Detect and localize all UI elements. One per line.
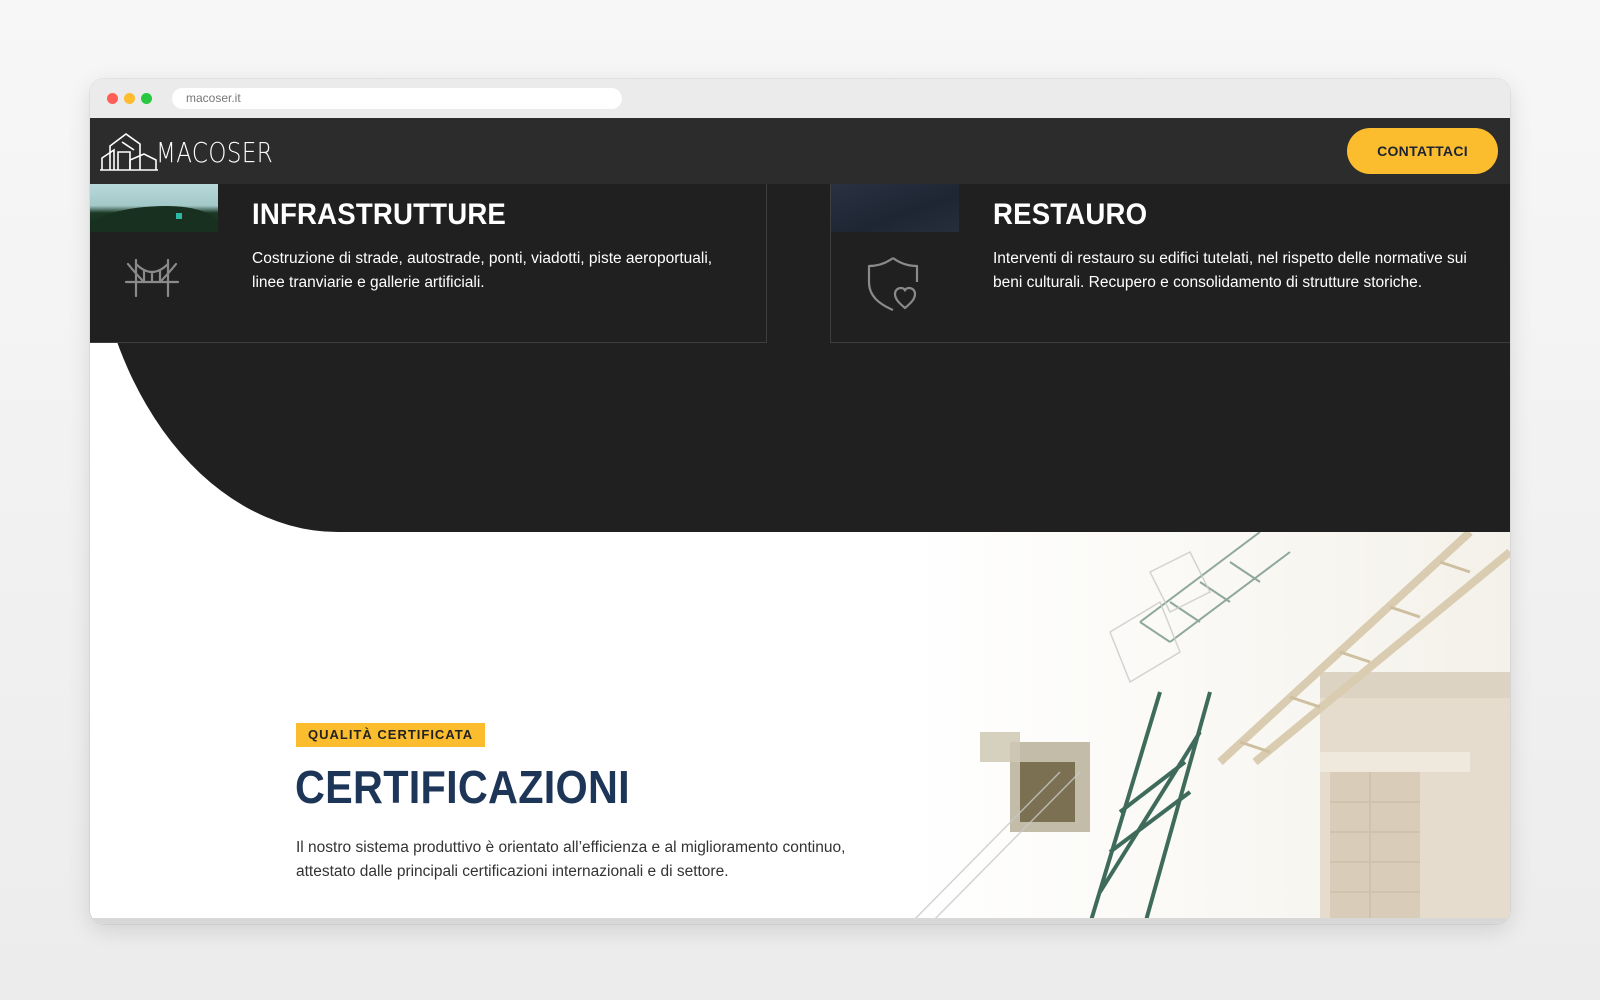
services-section: INFRASTRUTTURE Costruzione di strade, au… [90,184,1510,532]
service-card-restauro[interactable]: RESTAURO Interventi di restauro su edifi… [830,184,1510,343]
service-title: INFRASTRUTTURE [252,198,507,231]
address-bar[interactable]: macoser.it [172,88,622,109]
shield-heart-icon [867,257,919,312]
restauro-thumbnail [831,184,959,232]
service-card-infrastrutture[interactable]: INFRASTRUTTURE Costruzione di strade, au… [90,184,767,343]
page-bottom-edge [90,918,1510,924]
close-window-button[interactable] [107,93,118,104]
service-description: Costruzione di strade, autostrade, ponti… [252,250,713,291]
bridge-icon [124,258,180,298]
browser-toolbar: macoser.it [90,79,1510,118]
quality-badge: QUALITÀ CERTIFICATA [296,723,486,747]
service-description: Interventi di restauro su edifici tutela… [993,250,1467,291]
page-viewport: MACOSER CONTATTACI INFRASTRUTTURE Costru… [90,118,1510,924]
service-title: RESTAURO [993,198,1148,231]
maximize-window-button[interactable] [141,93,152,104]
logo-text[interactable]: MACOSER [156,136,273,170]
site-navbar: MACOSER CONTATTACI [90,118,1510,184]
crane-illustration [910,532,1510,924]
building-logo-icon[interactable] [100,130,158,174]
infrastrutture-thumbnail [90,184,218,232]
certifications-heading: CERTIFICAZIONI [295,761,630,813]
contact-button[interactable]: CONTATTACI [1347,128,1498,174]
minimize-window-button[interactable] [124,93,135,104]
crane-background-image [910,532,1510,924]
certifications-description: Il nostro sistema produttivo è orientato… [296,839,846,880]
browser-window: macoser.it MACOSER CONTATTACI INFRASTRUT… [90,79,1510,924]
